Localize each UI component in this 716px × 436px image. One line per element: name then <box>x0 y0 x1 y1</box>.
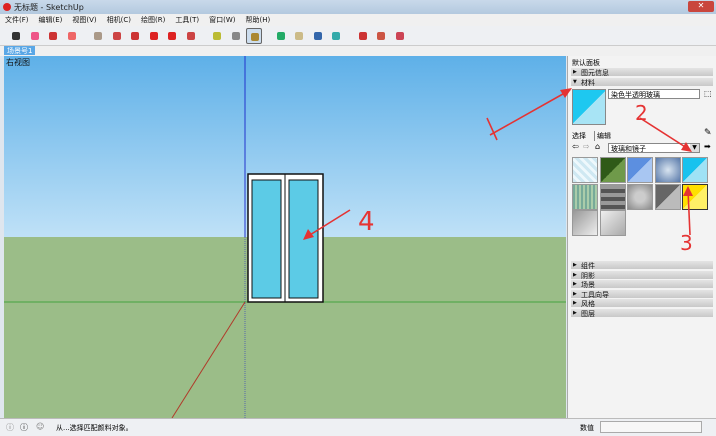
scene-tab[interactable]: 场景号1 <box>4 46 36 55</box>
material-swatch[interactable] <box>599 210 626 236</box>
material-swatch[interactable] <box>572 210 598 236</box>
user-icon[interactable]: ☺ <box>36 422 44 431</box>
menu-bar: 文件(F) 编辑(E) 视图(V) 相机(C) 绘图(R) 工具(T) 窗口(W) 帮助(H) <box>0 14 716 26</box>
zoom-tool-icon[interactable] <box>310 28 326 44</box>
tray-section-header[interactable]: 风格 <box>571 299 713 308</box>
orbit-tool-icon[interactable] <box>273 28 289 44</box>
title-bar: 无标题 - SketchUp ✕ <box>0 0 716 14</box>
status-message: 从...选择匹配颜料对象。 <box>56 424 133 432</box>
default-tray: 默认面板 图元信息 材料 染色半透明玻璃 ⬚ 选择 编辑 ✎ ⇦ ⇨ ⌂ 玻璃和… <box>567 56 716 418</box>
materials-header[interactable]: 材料 <box>571 78 713 87</box>
push-pull-tool-icon[interactable] <box>109 28 125 44</box>
material-swatch[interactable] <box>654 157 681 183</box>
category-select[interactable]: 玻璃和镜子 ▼ <box>608 143 700 153</box>
share-tool-icon[interactable] <box>392 28 408 44</box>
follow-me-tool-icon[interactable] <box>127 28 143 44</box>
tab-edit[interactable]: 编辑 <box>594 131 611 141</box>
tray-section-header[interactable]: 工具向导 <box>571 289 713 299</box>
tray-title: 默认面板 <box>572 59 600 67</box>
forward-icon[interactable]: ⇨ <box>583 142 590 151</box>
view-label: 右视图 <box>6 58 30 67</box>
create-material-icon[interactable]: ⬚ <box>704 89 712 98</box>
move-tool-icon[interactable] <box>146 28 162 44</box>
value-input[interactable] <box>600 421 702 433</box>
menu-edit[interactable]: 编辑(E) <box>34 14 68 26</box>
3d-viewport[interactable]: 右视图 <box>4 56 566 418</box>
paint-bucket-tool-icon[interactable] <box>246 28 262 44</box>
menu-tools[interactable]: 工具(T) <box>170 14 204 26</box>
arc-tool-icon[interactable] <box>64 28 80 44</box>
text-tool-icon[interactable] <box>228 28 244 44</box>
material-swatch[interactable] <box>654 183 681 210</box>
tab-select[interactable]: 选择 <box>572 131 586 141</box>
toolbar <box>0 26 716 46</box>
eraser-tool-icon[interactable] <box>27 28 43 44</box>
warehouse-tool-icon[interactable] <box>373 28 389 44</box>
scene-bar <box>0 46 716 56</box>
material-swatch[interactable] <box>627 183 653 210</box>
menu-draw[interactable]: 绘图(R) <box>136 14 170 26</box>
chevron-down-icon[interactable]: ▼ <box>690 144 699 152</box>
tray-section-header[interactable]: 场景 <box>571 280 713 289</box>
material-swatch[interactable] <box>572 183 598 210</box>
scale-tool-icon[interactable] <box>183 28 199 44</box>
material-name-input[interactable]: 染色半透明玻璃 <box>608 89 700 99</box>
app-icon <box>3 3 11 11</box>
home-icon[interactable]: ⌂ <box>595 142 600 151</box>
value-label: 数值 <box>580 424 594 432</box>
menu-camera[interactable]: 相机(C) <box>102 14 136 26</box>
components-tool-icon[interactable] <box>355 28 371 44</box>
category-value: 玻璃和镜子 <box>611 145 646 153</box>
window-title: 无标题 - SketchUp <box>14 3 84 12</box>
pan-tool-icon[interactable] <box>291 28 307 44</box>
select-tool-icon[interactable] <box>8 28 24 44</box>
red-axis <box>171 301 246 418</box>
close-button[interactable]: ✕ <box>688 1 714 12</box>
material-swatch[interactable] <box>599 157 626 183</box>
rectangle-tool-icon[interactable] <box>90 28 106 44</box>
material-swatch[interactable] <box>682 157 708 183</box>
material-swatch[interactable] <box>682 183 708 210</box>
credits-icon[interactable]: ⓘ <box>20 422 28 433</box>
menu-view[interactable]: 视图(V) <box>67 14 101 26</box>
entity-info-header[interactable]: 图元信息 <box>571 68 713 77</box>
tray-section-header[interactable]: 阴影 <box>571 270 713 280</box>
menu-help[interactable]: 帮助(H) <box>240 14 275 26</box>
scene-drawing <box>4 56 566 418</box>
zoom-extents-tool-icon[interactable] <box>328 28 344 44</box>
pencil-tool-icon[interactable] <box>45 28 61 44</box>
geo-location-icon[interactable]: ⓘ <box>6 422 14 433</box>
material-preview <box>572 89 606 125</box>
details-arrow-icon[interactable]: ➡ <box>704 142 711 151</box>
menu-file[interactable]: 文件(F) <box>0 14 34 26</box>
sample-paint-icon[interactable]: ✎ <box>704 128 712 138</box>
material-swatch[interactable] <box>599 183 626 210</box>
back-icon[interactable]: ⇦ <box>572 142 579 151</box>
door-model <box>247 173 324 303</box>
material-swatch[interactable] <box>572 157 598 183</box>
tray-section-header[interactable]: 组件 <box>571 261 713 270</box>
status-bar: ⓘ ⓘ ☺ 从...选择匹配颜料对象。 数值 <box>0 418 716 436</box>
material-swatch[interactable] <box>627 157 653 183</box>
tape-measure-tool-icon[interactable] <box>209 28 225 44</box>
rotate-tool-icon[interactable] <box>164 28 180 44</box>
tray-section-header[interactable]: 图层 <box>571 308 713 318</box>
menu-window[interactable]: 窗口(W) <box>204 14 240 26</box>
